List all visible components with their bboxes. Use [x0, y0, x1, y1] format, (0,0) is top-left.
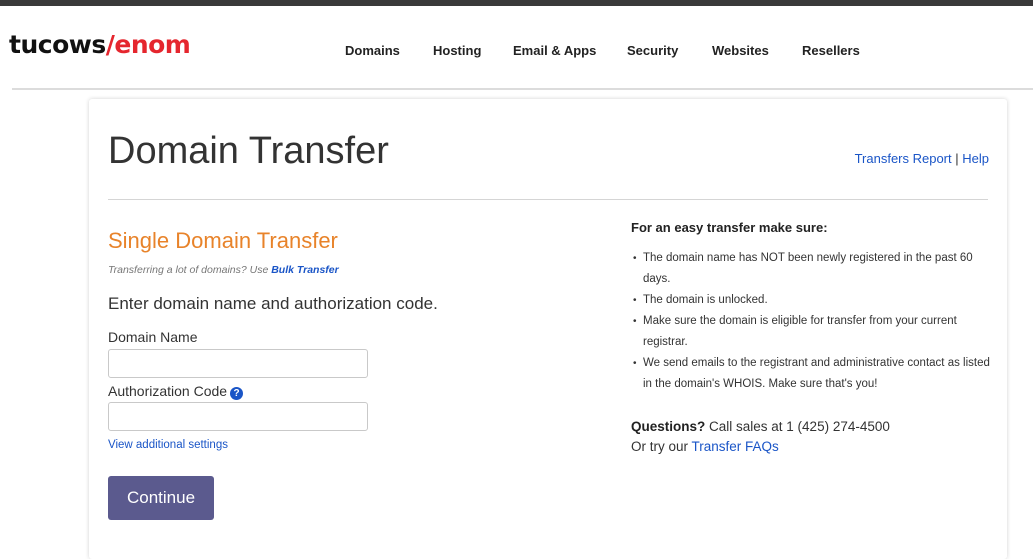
questions-block: Questions? Call sales at 1 (425) 274-450… — [631, 417, 890, 457]
questions-label: Questions? — [631, 419, 706, 434]
auth-code-label-row: Authorization Code? — [108, 383, 244, 400]
transfer-faqs-link[interactable]: Transfer FAQs — [692, 439, 779, 454]
logo-enom: enom — [114, 30, 191, 59]
questions-line: Questions? Call sales at 1 (425) 274-450… — [631, 417, 890, 437]
auth-code-label: Authorization Code — [108, 383, 228, 399]
domain-name-label: Domain Name — [108, 329, 198, 345]
nav-email-apps[interactable]: Email & Apps — [513, 43, 596, 58]
sales-phone-text: Call sales at 1 (425) 274-4500 — [705, 419, 890, 434]
faq-prefix: Or try our — [631, 439, 692, 454]
bulk-transfer-link[interactable]: Bulk Transfer — [271, 264, 339, 276]
instruction-text: Enter domain name and authorization code… — [108, 294, 438, 313]
view-additional-settings-link[interactable]: View additional settings — [108, 439, 228, 451]
tips-list: The domain name has NOT been newly regis… — [631, 248, 993, 395]
nav-websites[interactable]: Websites — [712, 43, 769, 58]
transfer-card: Domain Transfer Transfers Report | Help … — [89, 99, 1007, 559]
bulk-note-text: Transferring a lot of domains? Use — [108, 264, 272, 276]
page-title: Domain Transfer — [108, 130, 389, 172]
tip-item: The domain name has NOT been newly regis… — [631, 248, 993, 290]
faq-line: Or try our Transfer FAQs — [631, 437, 890, 457]
question-help-icon[interactable]: ? — [230, 387, 244, 400]
tip-item: We send emails to the registrant and adm… — [631, 353, 993, 395]
logo-tucows: tucows — [9, 30, 106, 59]
nav-hosting[interactable]: Hosting — [433, 43, 481, 58]
nav-resellers[interactable]: Resellers — [802, 43, 860, 58]
domain-name-input[interactable] — [108, 349, 368, 378]
nav-domains[interactable]: Domains — [345, 43, 400, 58]
title-divider — [108, 199, 988, 200]
link-separator: | — [951, 151, 963, 166]
bulk-transfer-note: Transferring a lot of domains? Use Bulk … — [108, 264, 339, 276]
top-links: Transfers Report | Help — [855, 151, 989, 166]
header-divider — [12, 88, 1033, 90]
nav-security[interactable]: Security — [627, 43, 678, 58]
transfers-report-link[interactable]: Transfers Report — [855, 151, 952, 166]
tips-heading: For an easy transfer make sure: — [631, 220, 828, 235]
help-link[interactable]: Help — [962, 151, 989, 166]
continue-button[interactable]: Continue — [108, 476, 214, 520]
tip-item: The domain is unlocked. — [631, 290, 993, 311]
auth-code-input[interactable] — [108, 402, 368, 431]
tip-item: Make sure the domain is eligible for tra… — [631, 311, 993, 353]
single-transfer-heading: Single Domain Transfer — [108, 228, 338, 253]
site-logo[interactable]: tucows/enom — [9, 30, 191, 60]
